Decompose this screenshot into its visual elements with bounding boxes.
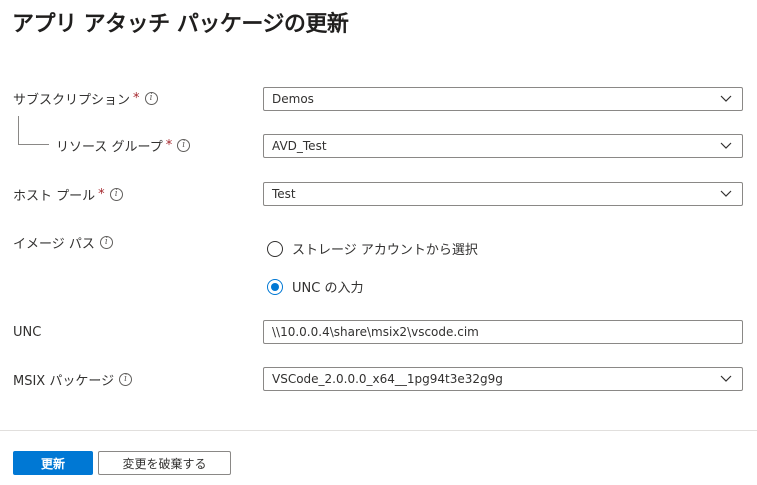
chevron-down-icon [720, 375, 732, 382]
tree-connector [18, 116, 49, 145]
chevron-down-icon [720, 95, 732, 102]
more-options-icon[interactable]: ··· [331, 10, 345, 28]
discard-changes-button[interactable]: 変更を破棄する [98, 451, 231, 475]
required-marker: * [165, 138, 173, 153]
unc-label: UNC [13, 325, 42, 340]
subscription-value: Demos [272, 92, 314, 106]
update-button[interactable]: 更新 [13, 451, 93, 475]
chevron-down-icon [720, 142, 732, 149]
info-icon[interactable]: i [177, 139, 191, 152]
msix-package-label: MSIX パッケージ [13, 374, 115, 389]
image-path-label: イメージ パス [13, 237, 95, 252]
host-pool-value: Test [272, 187, 296, 201]
msix-package-value: VSCode_2.0.0.0_x64__1pg94t3e32g9g [272, 372, 503, 386]
radio-storage-account-label: ストレージ アカウントから選択 [292, 243, 478, 258]
required-marker: * [133, 91, 140, 106]
radio-unc-input-label: UNC の入力 [292, 281, 364, 296]
resource-group-dropdown[interactable]: AVD_Test [263, 134, 743, 158]
chevron-down-icon [720, 190, 732, 197]
host-pool-dropdown[interactable]: Test [263, 182, 743, 206]
host-pool-label-row: ホスト プール * i [13, 185, 123, 204]
radio-unc-input[interactable]: UNC の入力 [267, 277, 363, 296]
subscription-label-row: サブスクリプション * i [13, 89, 158, 108]
footer-divider [0, 430, 757, 431]
required-marker: * [98, 187, 105, 202]
info-icon[interactable]: i [99, 236, 113, 249]
page-title: アプリ アタッチ パッケージの更新 [12, 12, 349, 37]
radio-storage-account[interactable]: ストレージ アカウントから選択 [267, 239, 478, 258]
resource-group-value: AVD_Test [272, 139, 327, 153]
image-path-label-row: イメージ パス i [13, 233, 113, 252]
info-icon[interactable]: i [144, 92, 158, 105]
radio-checked-icon[interactable] [267, 278, 283, 295]
resource-group-label: リソース グループ [56, 140, 163, 155]
unc-input[interactable]: \\10.0.0.4\share\msix2\vscode.cim [263, 320, 743, 344]
unc-value: \\10.0.0.4\share\msix2\vscode.cim [272, 325, 479, 339]
unc-label-row: UNC [13, 325, 41, 340]
host-pool-label: ホスト プール [13, 189, 96, 204]
subscription-label: サブスクリプション [13, 93, 131, 108]
radio-unchecked-icon[interactable] [267, 240, 283, 257]
msix-package-label-row: MSIX パッケージ i [13, 370, 133, 389]
info-icon[interactable]: i [119, 373, 133, 386]
resource-group-label-row: リソース グループ * i [56, 136, 191, 155]
info-icon[interactable]: i [109, 188, 123, 201]
msix-package-dropdown[interactable]: VSCode_2.0.0.0_x64__1pg94t3e32g9g [263, 367, 743, 391]
subscription-dropdown[interactable]: Demos [263, 87, 743, 111]
